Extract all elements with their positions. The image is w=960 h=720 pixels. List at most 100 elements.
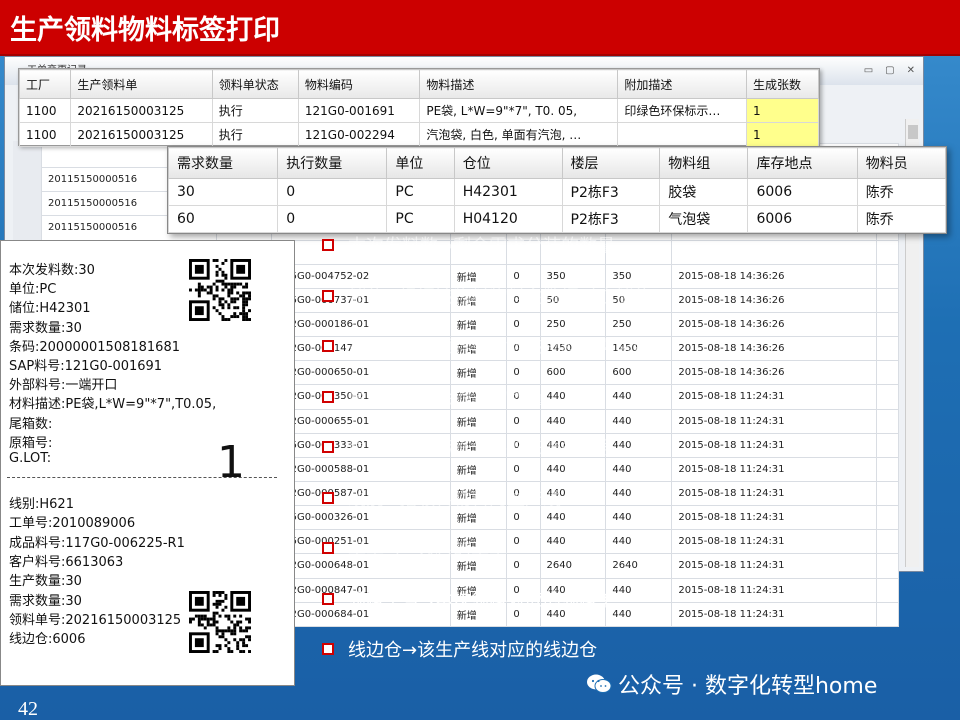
column-header: 生产领料单: [70, 69, 213, 99]
label-field: 工单号:2010089006: [9, 516, 136, 532]
table-cell: 60: [167, 205, 279, 233]
label-field: 外部料号:一端开口: [9, 378, 118, 394]
table-cell: 440: [605, 384, 673, 410]
column-header: 单位: [386, 147, 455, 179]
label-field: 需求数量:30: [9, 593, 82, 609]
bullet-square-icon: [322, 491, 334, 504]
label-field: 需求数量:30: [9, 320, 82, 336]
bullet-item: 线边仓→该生产线对应的线边仓: [322, 636, 597, 662]
table-cell: 112G0-000655-01: [270, 408, 451, 434]
column-header: 库存地点: [747, 147, 858, 179]
table-cell: [671, 239, 877, 265]
table-cell: 440: [605, 601, 673, 628]
column-header: 工厂: [18, 69, 72, 99]
material-label-card: 1 本次发料数:30 单位:PC 储位:H42301 需求数量:30 条码:200000…: [0, 240, 295, 686]
bullet-text: 工单号→领料的工单: [348, 539, 508, 560]
label-field: 尾箱数:: [9, 416, 53, 432]
table-row[interactable]: 60 0 PC H04120 P2栋F3 气泡袋 6006 陈乔: [167, 205, 947, 233]
table-cell: [875, 360, 900, 386]
table-cell: 新增: [449, 408, 508, 434]
label-field: 生产数量:30: [9, 574, 82, 590]
bullet-square-icon: [322, 441, 334, 453]
table-cell: 0: [277, 178, 388, 206]
qr-code-bottom: [189, 591, 251, 653]
bullet-text: 尾箱数→剩余的实物数量: [348, 387, 544, 409]
minimize-icon[interactable]: ▭: [864, 65, 873, 76]
bullet-square-icon: [322, 542, 334, 554]
table-cell: 新增: [449, 360, 508, 386]
close-icon[interactable]: ✕: [907, 65, 915, 76]
table-cell: 20216150003125: [70, 122, 213, 147]
table-cell: 440: [539, 529, 607, 555]
table-cell: 0: [506, 456, 541, 482]
table-cell: 440: [605, 577, 673, 603]
label-field: 单位:PC: [9, 282, 57, 298]
table-cell: 印绿色环保标示…: [617, 98, 747, 123]
table-cell: 执行: [211, 98, 299, 123]
label-field: 条码:20000001508181681: [9, 339, 180, 355]
table-cell: 121G0-002294: [297, 122, 421, 147]
column-header: 生成张数: [745, 69, 820, 99]
table-cell: 112G0-000650-01: [270, 360, 451, 386]
table-cell: 440: [605, 505, 673, 531]
table-cell: [875, 311, 900, 338]
table-cell: 执行: [211, 122, 299, 147]
table-cell: 胶袋: [659, 178, 749, 206]
table-cell: 汽泡袋, 白色, 单面有汽泡, …: [419, 122, 619, 147]
bullet-square-icon: [322, 239, 334, 251]
table-cell: 440: [539, 456, 607, 482]
watermark-text: 公众号 · 数字化转型home: [618, 674, 878, 699]
table-cell: 2015-08-18 11:24:31: [671, 529, 877, 555]
scroll-thumb[interactable]: [908, 125, 918, 139]
table-cell: PC: [386, 205, 455, 233]
wechat-icon: [587, 674, 612, 693]
label-field: 储位:H42301: [9, 301, 91, 317]
label-field: 线别:H621: [9, 497, 74, 512]
table-cell: 440: [539, 384, 607, 410]
table-cell: [875, 553, 900, 579]
column-header: 需求数量: [167, 147, 279, 179]
maximize-icon[interactable]: ▢: [885, 65, 894, 76]
table-cell: 陈乔: [856, 178, 947, 206]
table-cell: [875, 408, 900, 434]
table-row[interactable]: 1100 20216150003125 执行 121G0-001691 PE袋, L*W…: [18, 98, 820, 123]
label-field: 本次发料数:30: [9, 263, 95, 278]
table-cell: 440: [605, 529, 673, 555]
table-cell[interactable]: 1: [745, 122, 820, 147]
table-cell[interactable]: 1: [745, 98, 820, 123]
bullet-item: 尾箱数→剩余的实物数量: [322, 384, 543, 410]
material-issue-dialog: 工厂 生产领料单 领料单状态 物料编码 物料描述 附加描述 生成张数 1100 2021615…: [18, 68, 820, 147]
table-cell: 6006: [747, 178, 858, 206]
table-cell: [875, 287, 900, 313]
table-cell: [875, 456, 900, 482]
table-cell: 2015-08-18 11:24:31: [671, 480, 877, 507]
table-cell: 2015-08-18 14:36:26: [671, 360, 877, 386]
label-field: G.LOT:: [9, 451, 52, 466]
table-cell: 121G0-001691: [297, 98, 421, 123]
bullet-text: 线边仓→该生产线对应的线边仓: [348, 640, 598, 661]
bullet-item: 工单号→领料的工单: [322, 535, 507, 561]
table-cell: 0: [506, 408, 541, 434]
bullet-text: 原箱号→该标签分装的来源条码号: [348, 438, 616, 459]
table-cell: 气泡袋: [659, 205, 749, 233]
bullet-square-icon: [322, 340, 334, 352]
table-cell: 2015-08-18 11:24:31: [671, 505, 877, 531]
table-cell: [875, 480, 900, 507]
bullet-item: 需求数量→领料单对应该物料的需求数: [322, 333, 651, 359]
table-cell: P2栋F3: [561, 178, 661, 206]
label-divider: [7, 477, 277, 478]
table-cell: 6006: [747, 205, 858, 233]
label-field: 客户料号:6613063: [9, 554, 124, 570]
table-cell: 2015-08-18 11:24:31: [671, 456, 877, 482]
table-cell: 440: [539, 408, 607, 434]
table-row[interactable]: 1100 20216150003125 执行 121G0-002294 汽泡袋, 白色,…: [18, 122, 820, 147]
bullet-square-icon: [322, 390, 334, 403]
table-cell: 20216150003125: [70, 98, 213, 123]
table-cell: [875, 529, 900, 555]
table-cell: 2640: [605, 553, 673, 579]
bullet-item: 原箱号→该标签分装的来源条码号: [322, 434, 615, 460]
table-cell: 600: [605, 360, 673, 386]
table-cell: 30: [167, 178, 279, 206]
label-field: 原箱号:: [9, 435, 53, 451]
table-row[interactable]: 30 0 PC H42301 P2栋F3 胶袋 6006 陈乔: [167, 178, 947, 206]
